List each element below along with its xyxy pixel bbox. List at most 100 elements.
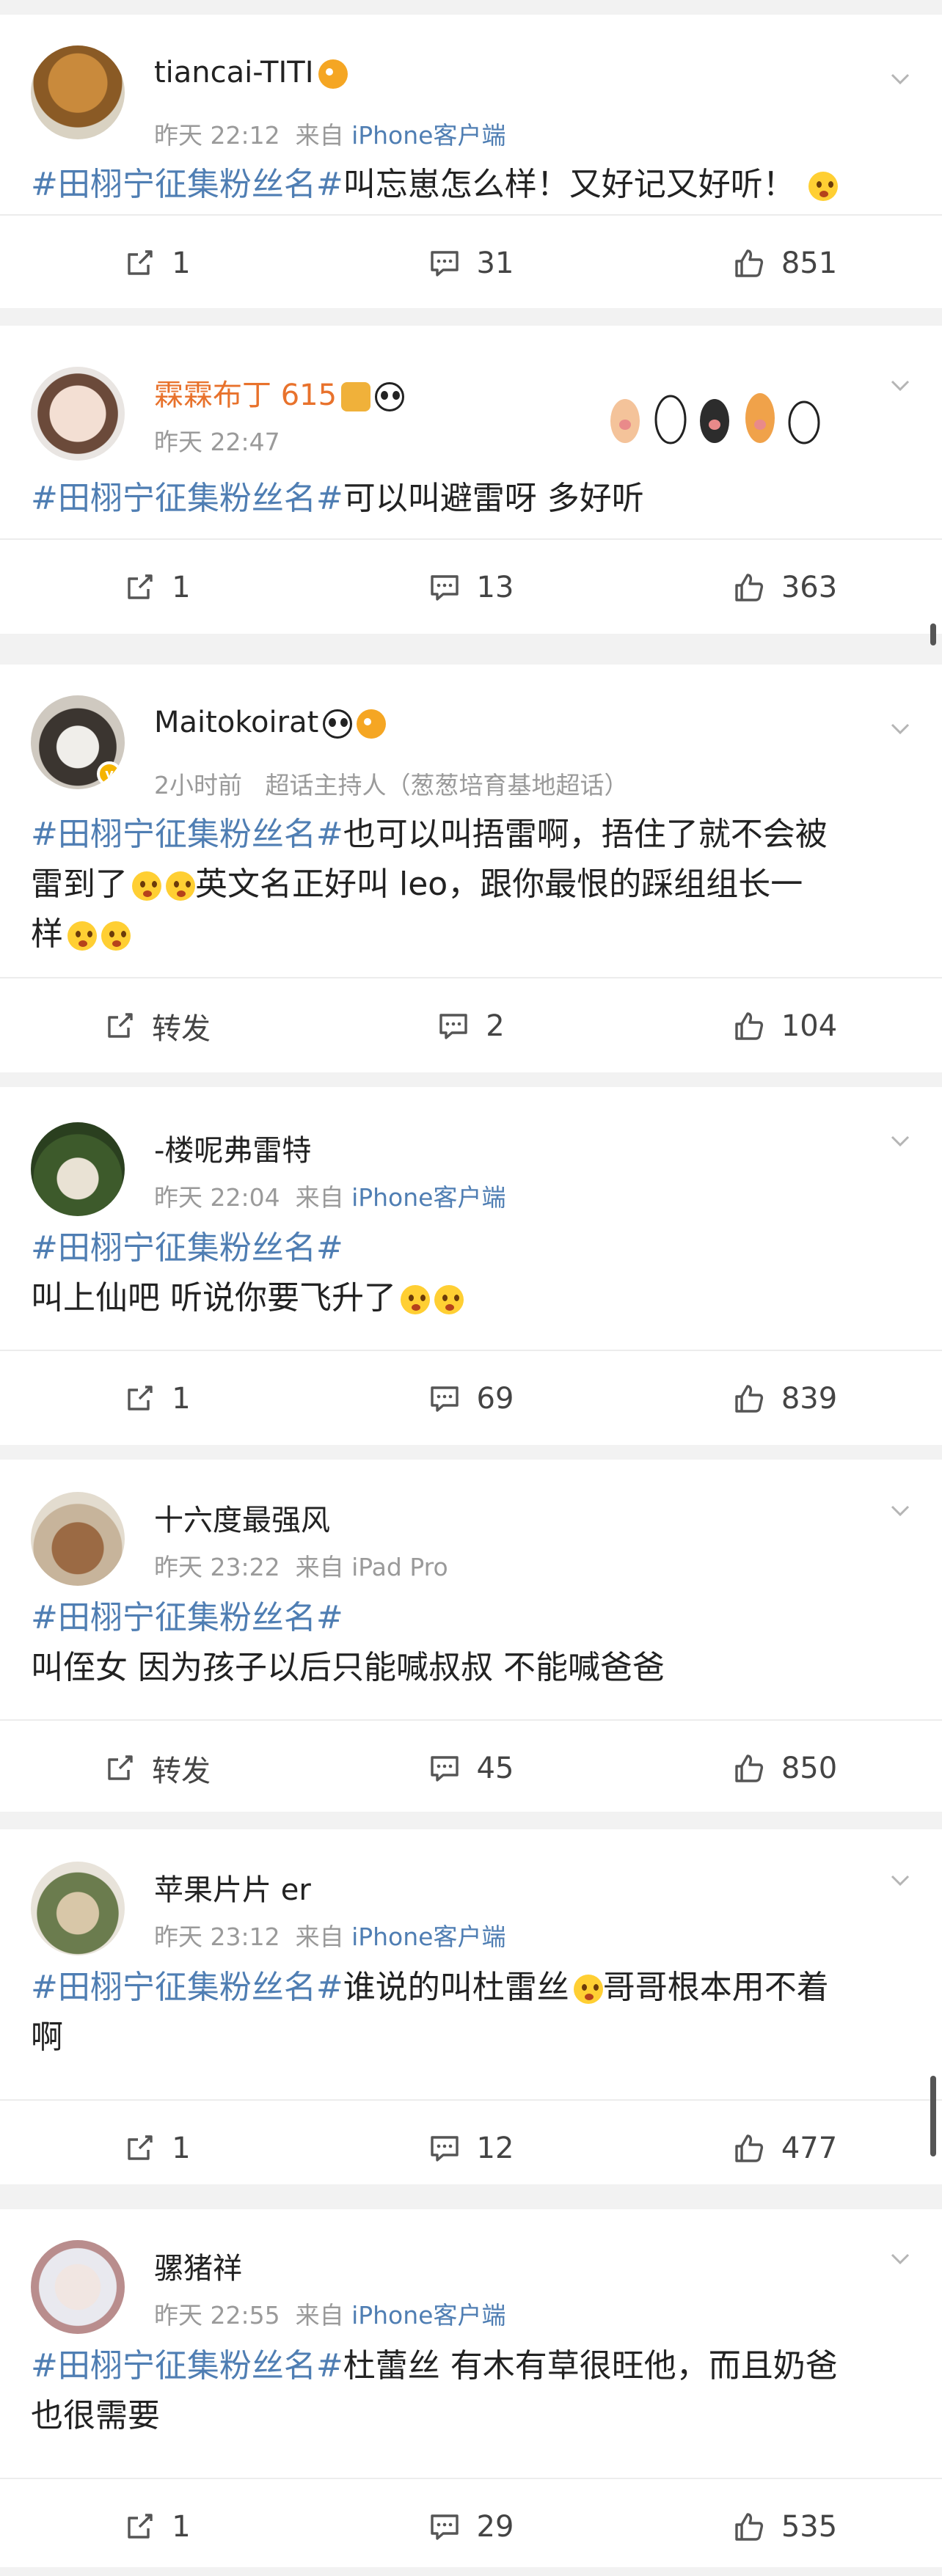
shocked-emoji-icon bbox=[132, 871, 161, 901]
chevron-down-icon[interactable] bbox=[888, 66, 913, 91]
like-icon bbox=[733, 2511, 765, 2543]
shocked-emoji-icon bbox=[166, 871, 195, 901]
post-meta: 昨天 23:12 来自 iPhone客户端 bbox=[154, 1922, 506, 1951]
post-meta: 昨天 22:55 来自 iPhone客户端 bbox=[154, 2301, 506, 2330]
comment-feed: tiancai-TITI 昨天 22:12 来自 iPhone客户端 #田栩宁征… bbox=[0, 0, 942, 2576]
post-content: #田栩宁征集粉丝名#杜蕾丝 有木有草很旺他，而且奶爸 也很需要 bbox=[31, 2347, 838, 2434]
post-meta: 昨天 22:12 来自 iPhone客户端 bbox=[154, 121, 506, 150]
repost-button[interactable]: 1 bbox=[0, 2101, 314, 2196]
comment-button[interactable]: 45 bbox=[314, 1721, 628, 1816]
chevron-down-icon[interactable] bbox=[888, 2246, 913, 2271]
post-meta: 昨天 22:04 来自 iPhone客户端 bbox=[154, 1183, 506, 1212]
post-card: v Maitokoirat 2小时前 超话主持人（葱葱培育基地超话） #田栩宁征… bbox=[0, 665, 942, 1072]
repost-button[interactable]: 1 bbox=[0, 1351, 314, 1446]
avatar[interactable] bbox=[31, 1122, 125, 1216]
comment-icon bbox=[428, 1383, 461, 1415]
repost-button[interactable]: 1 bbox=[0, 540, 314, 635]
post-content: #田栩宁征集粉丝名#谁说的叫杜雷丝 哥哥根本用不着 啊 bbox=[31, 1969, 829, 2056]
love-emoji-icon bbox=[434, 1285, 464, 1314]
post-content: #田栩宁征集粉丝名# 叫侄女 因为孩子以后只能喊叔叔 不能喊爸爸 bbox=[31, 1599, 665, 1686]
hashtag-link[interactable]: #田栩宁征集粉丝名# bbox=[31, 1229, 343, 1267]
username[interactable]: 骡猪祥 bbox=[154, 2244, 242, 2287]
like-icon bbox=[733, 2132, 765, 2165]
chevron-down-icon[interactable] bbox=[888, 1867, 913, 1892]
panda-emoji-icon bbox=[323, 709, 353, 739]
comment-icon bbox=[428, 2132, 461, 2165]
shy-emoji-icon bbox=[808, 172, 838, 201]
thinking-emoji-icon bbox=[573, 1975, 603, 2004]
scrollbar[interactable] bbox=[930, 2076, 936, 2156]
post-card: 霖霖布丁 615 昨天 22:47 #田栩宁征集粉丝名#可以叫避雷呀 多好听 1… bbox=[0, 326, 942, 634]
avatar[interactable] bbox=[31, 1492, 125, 1586]
avatar[interactable] bbox=[31, 1862, 125, 1955]
comment-icon bbox=[437, 1010, 470, 1042]
comment-button[interactable]: 2 bbox=[314, 978, 628, 1074]
comment-button[interactable]: 12 bbox=[314, 2101, 628, 2196]
action-bar: 转发 2 104 bbox=[0, 977, 942, 1072]
like-button[interactable]: 850 bbox=[628, 1721, 942, 1816]
like-button[interactable]: 477 bbox=[628, 2101, 942, 2196]
username[interactable]: 十六度最强风 bbox=[154, 1496, 330, 1539]
post-content: #田栩宁征集粉丝名#叫忘崽怎么样！又好记又好听！ bbox=[31, 160, 898, 210]
shocked-emoji-icon bbox=[101, 921, 131, 951]
username[interactable]: Maitokoirat bbox=[154, 706, 387, 739]
username[interactable]: 霖霖布丁 615 bbox=[154, 371, 405, 414]
chevron-down-icon[interactable] bbox=[888, 373, 913, 398]
repost-icon bbox=[123, 1383, 156, 1415]
like-button[interactable]: 535 bbox=[628, 2479, 942, 2575]
comment-button[interactable]: 31 bbox=[314, 216, 628, 311]
repost-icon bbox=[123, 571, 156, 604]
hashtag-link[interactable]: #田栩宁征集粉丝名# bbox=[31, 480, 343, 517]
avatar[interactable] bbox=[31, 2240, 125, 2334]
post-card: tiancai-TITI 昨天 22:12 来自 iPhone客户端 #田栩宁征… bbox=[0, 15, 942, 308]
comment-button[interactable]: 69 bbox=[314, 1351, 628, 1446]
scrollbar[interactable] bbox=[930, 623, 936, 645]
action-bar: 1 69 839 bbox=[0, 1350, 942, 1445]
verified-badge-icon: v bbox=[97, 761, 122, 786]
like-button[interactable]: 839 bbox=[628, 1351, 942, 1446]
action-bar: 1 31 851 bbox=[0, 214, 942, 310]
hashtag-link[interactable]: #田栩宁征集粉丝名# bbox=[31, 816, 343, 853]
avatar[interactable] bbox=[31, 367, 125, 461]
avatar[interactable] bbox=[31, 45, 125, 139]
action-bar: 1 12 477 bbox=[0, 2099, 942, 2195]
post-meta: 2小时前 超话主持人（葱葱培育基地超话） bbox=[154, 771, 629, 799]
comment-button[interactable]: 29 bbox=[314, 2479, 628, 2575]
repost-icon bbox=[123, 247, 156, 279]
username[interactable]: 苹果片片 er bbox=[154, 1866, 311, 1909]
like-icon bbox=[733, 1010, 765, 1042]
repost-button[interactable]: 转发 bbox=[0, 1721, 314, 1816]
post-content: #田栩宁征集粉丝名#可以叫避雷呀 多好听 bbox=[31, 480, 644, 517]
avatar[interactable]: v bbox=[31, 695, 125, 789]
username[interactable]: -楼呢弗雷特 bbox=[154, 1127, 311, 1169]
chevron-down-icon[interactable] bbox=[888, 1498, 913, 1523]
username[interactable]: tiancai-TITI bbox=[154, 56, 348, 89]
love-emoji-icon bbox=[401, 1285, 430, 1314]
like-button[interactable]: 104 bbox=[628, 978, 942, 1074]
action-bar: 1 29 535 bbox=[0, 2478, 942, 2573]
like-button[interactable]: 851 bbox=[628, 216, 942, 311]
hashtag-link[interactable]: #田栩宁征集粉丝名# bbox=[31, 1599, 343, 1636]
repost-button[interactable]: 1 bbox=[0, 2479, 314, 2575]
comment-icon bbox=[428, 247, 461, 279]
hashtag-link[interactable]: #田栩宁征集粉丝名# bbox=[31, 2347, 343, 2385]
hashtag-link[interactable]: #田栩宁征集粉丝名# bbox=[31, 166, 343, 203]
like-button[interactable]: 363 bbox=[628, 540, 942, 635]
like-icon bbox=[733, 247, 765, 279]
post-card: 十六度最强风 昨天 23:22 来自 iPad Pro #田栩宁征集粉丝名# 叫… bbox=[0, 1460, 942, 1812]
repost-button[interactable]: 转发 bbox=[0, 978, 314, 1074]
comment-icon bbox=[428, 571, 461, 604]
chevron-down-icon[interactable] bbox=[888, 716, 913, 741]
crown-badge-icon bbox=[341, 382, 371, 411]
like-icon bbox=[733, 1752, 765, 1785]
panda-emoji-icon bbox=[375, 382, 405, 411]
shocked-emoji-icon bbox=[67, 921, 97, 951]
post-card: 骡猪祥 昨天 22:55 来自 iPhone客户端 #田栩宁征集粉丝名#杜蕾丝 … bbox=[0, 2209, 942, 2567]
fish-emoji-icon bbox=[318, 59, 348, 89]
hashtag-link[interactable]: #田栩宁征集粉丝名# bbox=[31, 1969, 343, 2006]
chevron-down-icon[interactable] bbox=[888, 1128, 913, 1153]
action-bar: 1 13 363 bbox=[0, 538, 942, 634]
repost-button[interactable]: 1 bbox=[0, 216, 314, 311]
comment-button[interactable]: 13 bbox=[314, 540, 628, 635]
repost-icon bbox=[123, 2511, 156, 2543]
